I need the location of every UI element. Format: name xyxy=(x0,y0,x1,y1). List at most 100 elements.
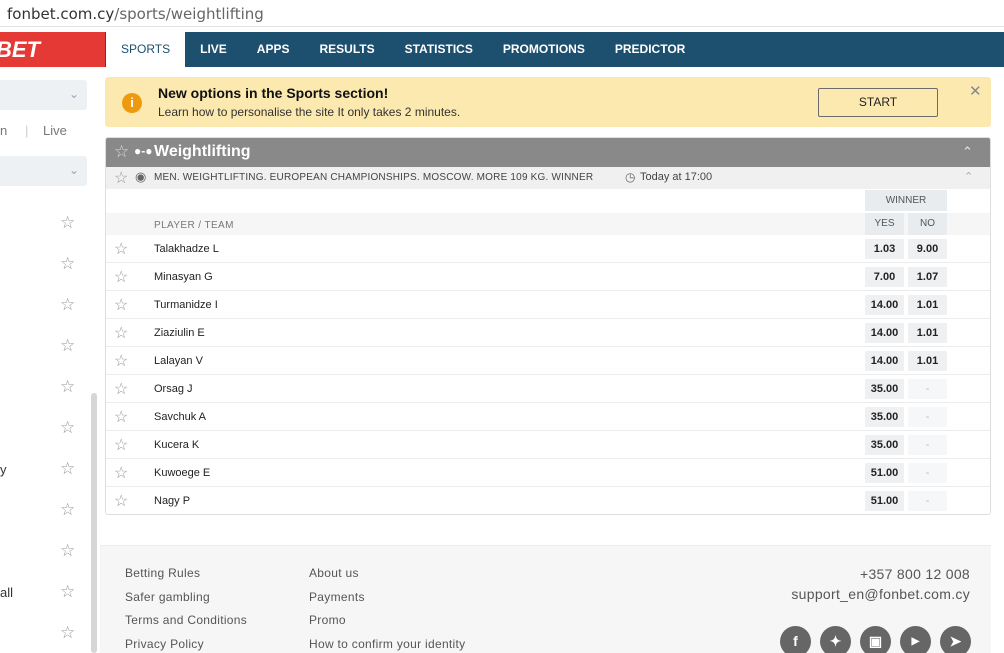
footer-link-betting-rules[interactable]: Betting Rules xyxy=(125,566,247,590)
sidebar-scrollbar[interactable] xyxy=(91,393,97,653)
star-icon[interactable]: ☆ xyxy=(114,295,128,315)
odd-no[interactable]: 1.07 xyxy=(908,267,947,287)
odd-no[interactable]: 1.01 xyxy=(908,351,947,371)
twitter-icon[interactable]: ✦ xyxy=(820,626,851,653)
star-icon[interactable]: ☆ xyxy=(114,323,128,343)
star-icon[interactable]: ☆ xyxy=(60,295,75,315)
sidebar-item[interactable]: ☆ xyxy=(0,377,87,399)
footer-link-privacy[interactable]: Privacy Policy xyxy=(125,637,247,653)
star-icon[interactable]: ☆ xyxy=(114,239,128,259)
nav-results[interactable]: RESULTS xyxy=(304,32,389,67)
instagram-icon[interactable]: ▣ xyxy=(860,626,891,653)
rows: ☆ Talakhadze L 1.03 9.00 ☆ Minasyan G 7.… xyxy=(106,235,990,514)
odd-yes[interactable]: 14.00 xyxy=(865,323,904,343)
facebook-icon[interactable]: f xyxy=(780,626,811,653)
table-row: ☆ Orsag J 35.00 - xyxy=(106,375,990,403)
star-icon[interactable]: ☆ xyxy=(114,435,128,455)
sidebar-tab-prematch[interactable]: n xyxy=(0,123,7,138)
sidebar-item[interactable]: ☆ xyxy=(0,623,87,645)
nav-sports[interactable]: SPORTS xyxy=(106,32,186,67)
url-text[interactable]: fonbet.com.cy/sports/weightlifting xyxy=(7,5,264,23)
sport-header[interactable]: ☆ ●-● Weightlifting ⌃ xyxy=(106,138,990,167)
odd-yes[interactable]: 51.00 xyxy=(865,463,904,483)
odd-no[interactable]: 9.00 xyxy=(908,239,947,259)
sidebar-dropdown-filter[interactable]: ⌄ xyxy=(0,156,87,186)
telegram-icon[interactable]: ➤ xyxy=(940,626,971,653)
nav-predictor[interactable]: PREDICTOR xyxy=(600,32,700,67)
footer-link-terms[interactable]: Terms and Conditions xyxy=(125,613,247,637)
close-icon[interactable]: ✕ xyxy=(969,82,982,100)
nav-live[interactable]: LIVE xyxy=(185,32,242,67)
star-icon[interactable]: ☆ xyxy=(60,582,75,602)
market-title: WINNER xyxy=(865,190,947,211)
star-icon[interactable]: ☆ xyxy=(60,377,75,397)
star-icon[interactable]: ☆ xyxy=(114,463,128,483)
table-row: ☆ Savchuk A 35.00 - xyxy=(106,403,990,431)
footer-links-col1: Betting Rules Safer gambling Terms and C… xyxy=(125,566,247,653)
footer-link-safer-gambling[interactable]: Safer gambling xyxy=(125,590,247,614)
address-bar[interactable]: fonbet.com.cy/sports/weightlifting xyxy=(0,0,1004,27)
player-name: Minasyan G xyxy=(154,271,213,283)
sidebar-item[interactable]: ☆ xyxy=(0,213,87,235)
nav-apps[interactable]: APPS xyxy=(242,32,305,67)
sidebar-item[interactable]: all ☆ xyxy=(0,582,87,604)
chevron-up-icon[interactable]: ⌃ xyxy=(964,170,973,183)
footer-link-confirm-identity[interactable]: How to confirm your identity xyxy=(309,637,465,653)
youtube-icon[interactable]: ▶ xyxy=(900,626,931,653)
nav-statistics[interactable]: STATISTICS xyxy=(390,32,488,67)
odd-yes[interactable]: 14.00 xyxy=(865,295,904,315)
odd-yes[interactable]: 35.00 xyxy=(865,435,904,455)
star-icon[interactable]: ☆ xyxy=(60,500,75,520)
star-icon[interactable]: ☆ xyxy=(114,407,128,427)
odd-no[interactable]: 1.01 xyxy=(908,323,947,343)
footer-link-payments[interactable]: Payments xyxy=(309,590,465,614)
footer-link-about[interactable]: About us xyxy=(309,566,465,590)
table-row: ☆ Talakhadze L 1.03 9.00 xyxy=(106,235,990,263)
sidebar-dropdown-top[interactable]: ⌄ xyxy=(0,80,87,110)
odd-no[interactable]: 1.01 xyxy=(908,295,947,315)
event-header[interactable]: ☆ ◉ MEN. WEIGHTLIFTING. EUROPEAN CHAMPIO… xyxy=(106,167,990,189)
star-icon[interactable]: ☆ xyxy=(114,351,128,371)
sidebar-item[interactable]: ☆ xyxy=(0,418,87,440)
star-icon[interactable]: ☆ xyxy=(60,623,75,643)
star-icon[interactable]: ☆ xyxy=(60,541,75,561)
start-button[interactable]: START xyxy=(818,88,938,117)
star-icon[interactable]: ☆ xyxy=(114,379,128,399)
sidebar-item[interactable]: ☆ xyxy=(0,541,87,563)
column-header: PLAYER / TEAM YES NO xyxy=(106,213,990,235)
sidebar-item[interactable]: ☆ xyxy=(0,254,87,276)
star-icon[interactable]: ☆ xyxy=(60,254,75,274)
odd-yes[interactable]: 35.00 xyxy=(865,407,904,427)
odd-yes[interactable]: 51.00 xyxy=(865,491,904,511)
sidebar-item[interactable]: ☆ xyxy=(0,500,87,522)
site-logo[interactable]: BET xyxy=(0,32,105,67)
odd-yes[interactable]: 1.03 xyxy=(865,239,904,259)
star-icon[interactable]: ☆ xyxy=(60,418,75,438)
star-icon[interactable]: ☆ xyxy=(114,491,128,511)
odd-no: - xyxy=(908,491,947,511)
table-row: ☆ Turmanidze I 14.00 1.01 xyxy=(106,291,990,319)
nav-promotions[interactable]: PROMOTIONS xyxy=(488,32,600,67)
phone-number[interactable]: +357 800 12 008 xyxy=(791,566,970,582)
table-row: ☆ Kuwoege E 51.00 - xyxy=(106,459,990,487)
table-row: ☆ Ziaziulin E 14.00 1.01 xyxy=(106,319,990,347)
odd-yes[interactable]: 35.00 xyxy=(865,379,904,399)
sidebar-item[interactable]: ☆ xyxy=(0,336,87,358)
star-icon[interactable]: ☆ xyxy=(114,168,128,188)
star-icon[interactable]: ☆ xyxy=(60,459,75,479)
sidebar-item[interactable]: ☆ xyxy=(0,295,87,317)
odd-yes[interactable]: 7.00 xyxy=(865,267,904,287)
star-icon[interactable]: ☆ xyxy=(60,213,75,233)
column-player: PLAYER / TEAM xyxy=(154,220,234,231)
sidebar-tab-live[interactable]: Live xyxy=(43,123,67,138)
chevron-up-icon[interactable]: ⌃ xyxy=(962,144,973,160)
support-email[interactable]: support_en@fonbet.com.cy xyxy=(791,586,970,602)
odd-yes[interactable]: 14.00 xyxy=(865,351,904,371)
logo-text: BET xyxy=(0,37,40,62)
event-name: MEN. WEIGHTLIFTING. EUROPEAN CHAMPIONSHI… xyxy=(154,172,594,183)
sidebar-item[interactable]: y ☆ xyxy=(0,459,87,481)
star-icon[interactable]: ☆ xyxy=(114,267,128,287)
footer-link-promo[interactable]: Promo xyxy=(309,613,465,637)
star-icon[interactable]: ☆ xyxy=(114,142,129,162)
star-icon[interactable]: ☆ xyxy=(60,336,75,356)
